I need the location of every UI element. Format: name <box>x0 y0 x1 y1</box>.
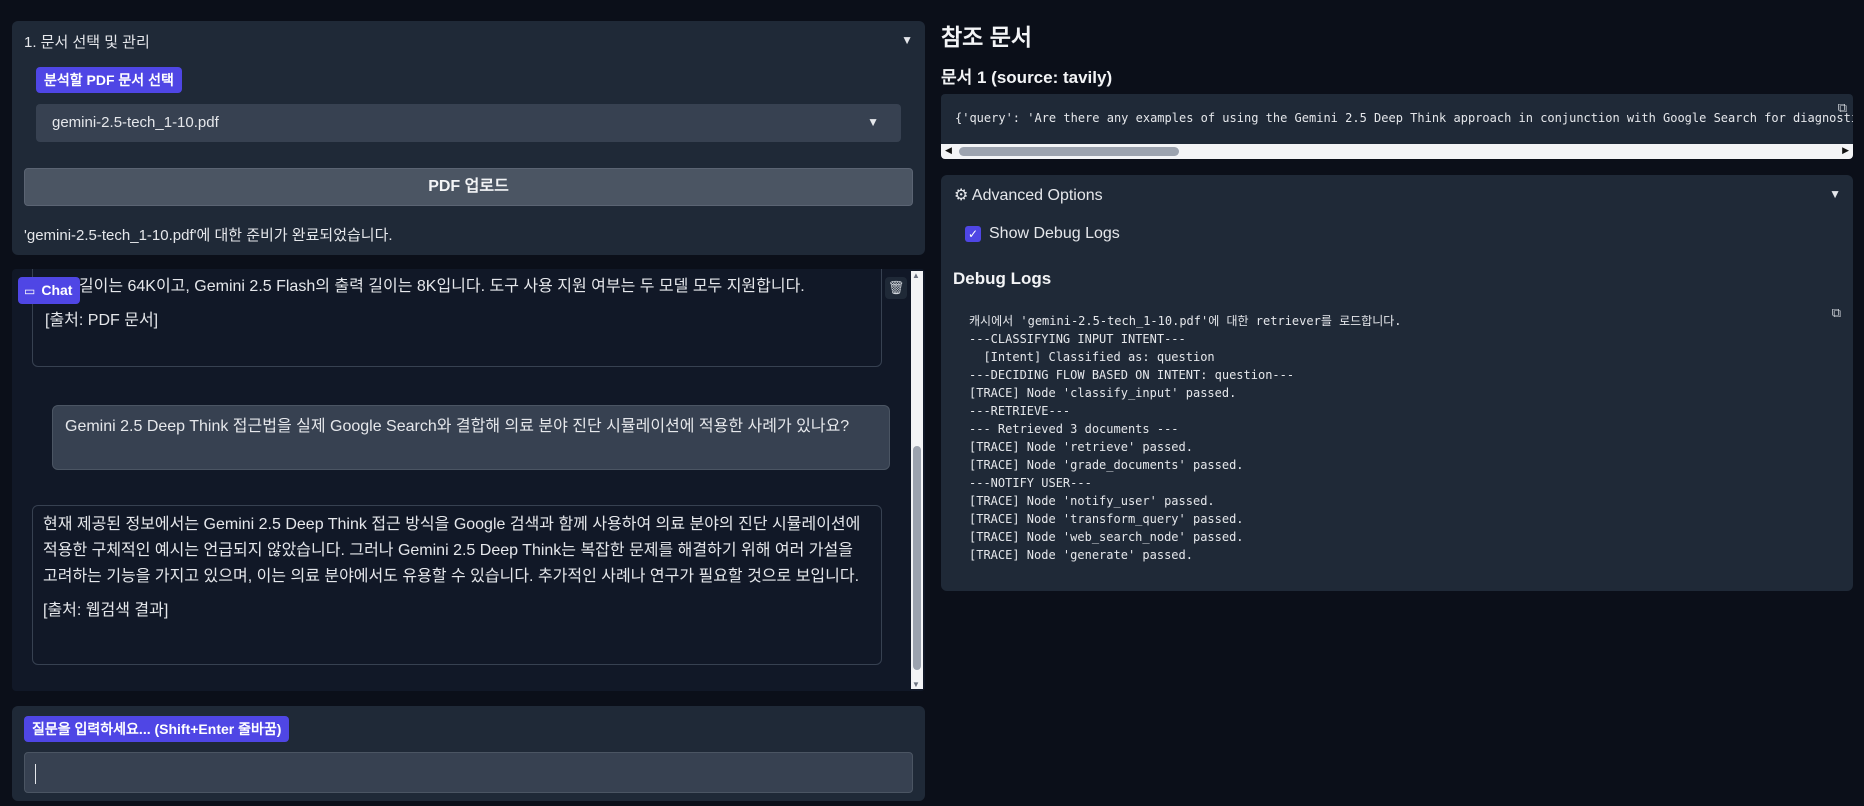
checkbox-checked-icon[interactable]: ✓ <box>965 226 981 242</box>
debug-log-line: [TRACE] Node 'generate' passed. <box>969 548 1193 562</box>
debug-log-line: --- Retrieved 3 documents --- <box>969 422 1179 436</box>
dropdown-arrow-icon: ▼ <box>867 115 879 129</box>
pdf-select-dropdown[interactable]: gemini-2.5-tech_1-10.pdf ▼ <box>36 104 901 142</box>
scrollbar-thumb[interactable] <box>959 147 1179 156</box>
reference-doc-title: 문서 1 (source: tavily) <box>941 68 1113 87</box>
debug-log-line: [TRACE] Node 'transform_query' passed. <box>969 512 1244 526</box>
copy-icon[interactable]: ⧉ <box>1832 305 1841 321</box>
pdf-select-label: 분석할 PDF 문서 선택 <box>36 67 182 93</box>
show-debug-logs-label: Show Debug Logs <box>989 225 1120 242</box>
debug-logs-title: Debug Logs <box>953 269 1052 288</box>
advanced-options-header[interactable]: ⚙ Advanced Options <box>954 185 1103 205</box>
debug-log-line: [TRACE] Node 'grade_documents' passed. <box>969 458 1244 472</box>
debug-log-line: [TRACE] Node 'retrieve' passed. <box>969 440 1193 454</box>
debug-log-line: ---CLASSIFYING INPUT INTENT--- <box>969 332 1186 346</box>
debug-log-line: 캐시에서 'gemini-2.5-tech_1-10.pdf'에 대한 retr… <box>969 314 1402 328</box>
user-message: Gemini 2.5 Deep Think 접근법을 실제 Google Sea… <box>52 405 890 470</box>
debug-log-line: [TRACE] Node 'web_search_node' passed. <box>969 530 1244 544</box>
chat-scrollbar[interactable]: ▲ ▼ <box>911 271 923 689</box>
chat-label-text: Chat <box>41 282 73 298</box>
debug-log-line: [Intent] Classified as: question <box>969 350 1215 364</box>
trash-icon: 🗑 <box>887 280 905 295</box>
advanced-options-title: Advanced Options <box>971 187 1103 204</box>
debug-log-line: ---NOTIFY USER--- <box>969 476 1092 490</box>
reference-doc-code-block: {'query': 'Are there any examples of usi… <box>941 94 1853 159</box>
bot-message-source: [출처: 웹검색 결과] <box>43 602 169 619</box>
scrollbar-thumb[interactable] <box>913 446 921 670</box>
debug-log-list: 캐시에서 'gemini-2.5-tech_1-10.pdf'에 대한 retr… <box>969 312 1829 564</box>
gear-icon: ⚙ <box>954 187 969 204</box>
chat-bubble-icon: ▭ <box>24 284 36 298</box>
bot-message: 출력 길이는 64K이고, Gemini 2.5 Flash의 출력 길이는 8… <box>32 269 882 367</box>
status-text: 'gemini-2.5-tech_1-10.pdf'에 대한 준비가 완료되었습… <box>24 227 393 244</box>
chevron-down-icon[interactable]: ▼ <box>1829 187 1841 201</box>
question-input-panel: 질문을 입력하세요... (Shift+Enter 줄바꿈) <box>12 706 925 801</box>
user-message-text: Gemini 2.5 Deep Think 접근법을 실제 Google Sea… <box>65 418 850 435</box>
bot-message-text: 출력 길이는 64K이고, Gemini 2.5 Flash의 출력 길이는 8… <box>45 278 805 295</box>
debug-log-line: [TRACE] Node 'classify_input' passed. <box>969 386 1237 400</box>
bot-message-text: 현재 제공된 정보에서는 Gemini 2.5 Deep Think 접근 방식… <box>43 516 861 585</box>
code-horizontal-scrollbar[interactable]: ◀ ▶ <box>941 144 1853 159</box>
references-title: 참조 문서 <box>941 24 1033 50</box>
bot-message-source: [출처: PDF 문서] <box>45 312 159 329</box>
chatbot-panel: 출력 길이는 64K이고, Gemini 2.5 Flash의 출력 길이는 8… <box>12 269 925 691</box>
chat-label: ▭ Chat <box>18 277 81 304</box>
chevron-down-icon[interactable]: ▼ <box>901 33 913 47</box>
doc-accordion-title[interactable]: 1. 문서 선택 및 관리 <box>24 31 150 52</box>
clear-chat-button[interactable]: 🗑 <box>885 277 907 299</box>
debug-log-line: [TRACE] Node 'notify_user' passed. <box>969 494 1215 508</box>
pdf-select-value: gemini-2.5-tech_1-10.pdf <box>52 114 219 131</box>
copy-icon[interactable]: ⧉ <box>1838 100 1847 116</box>
scroll-down-arrow-icon[interactable]: ▼ <box>912 680 920 689</box>
bot-message: 현재 제공된 정보에서는 Gemini 2.5 Deep Think 접근 방식… <box>32 505 882 665</box>
doc-management-accordion: 1. 문서 선택 및 관리 ▼ 분석할 PDF 문서 선택 gemini-2.5… <box>12 21 925 255</box>
debug-log-line: ---RETRIEVE--- <box>969 404 1071 418</box>
debug-log-line: ---DECIDING FLOW BASED ON INTENT: questi… <box>969 368 1295 382</box>
reference-doc-content: {'query': 'Are there any examples of usi… <box>955 111 1853 125</box>
question-input[interactable] <box>24 752 913 793</box>
pdf-upload-button[interactable]: PDF 업로드 <box>24 168 913 206</box>
question-input-label: 질문을 입력하세요... (Shift+Enter 줄바꿈) <box>24 716 290 742</box>
scroll-left-arrow-icon[interactable]: ◀ <box>945 145 952 156</box>
scroll-up-arrow-icon[interactable]: ▲ <box>912 271 920 280</box>
advanced-options-accordion: ⚙ Advanced Options ▼ ✓ Show Debug Logs D… <box>941 175 1853 591</box>
text-cursor <box>35 764 36 784</box>
scroll-right-arrow-icon[interactable]: ▶ <box>1842 145 1849 156</box>
